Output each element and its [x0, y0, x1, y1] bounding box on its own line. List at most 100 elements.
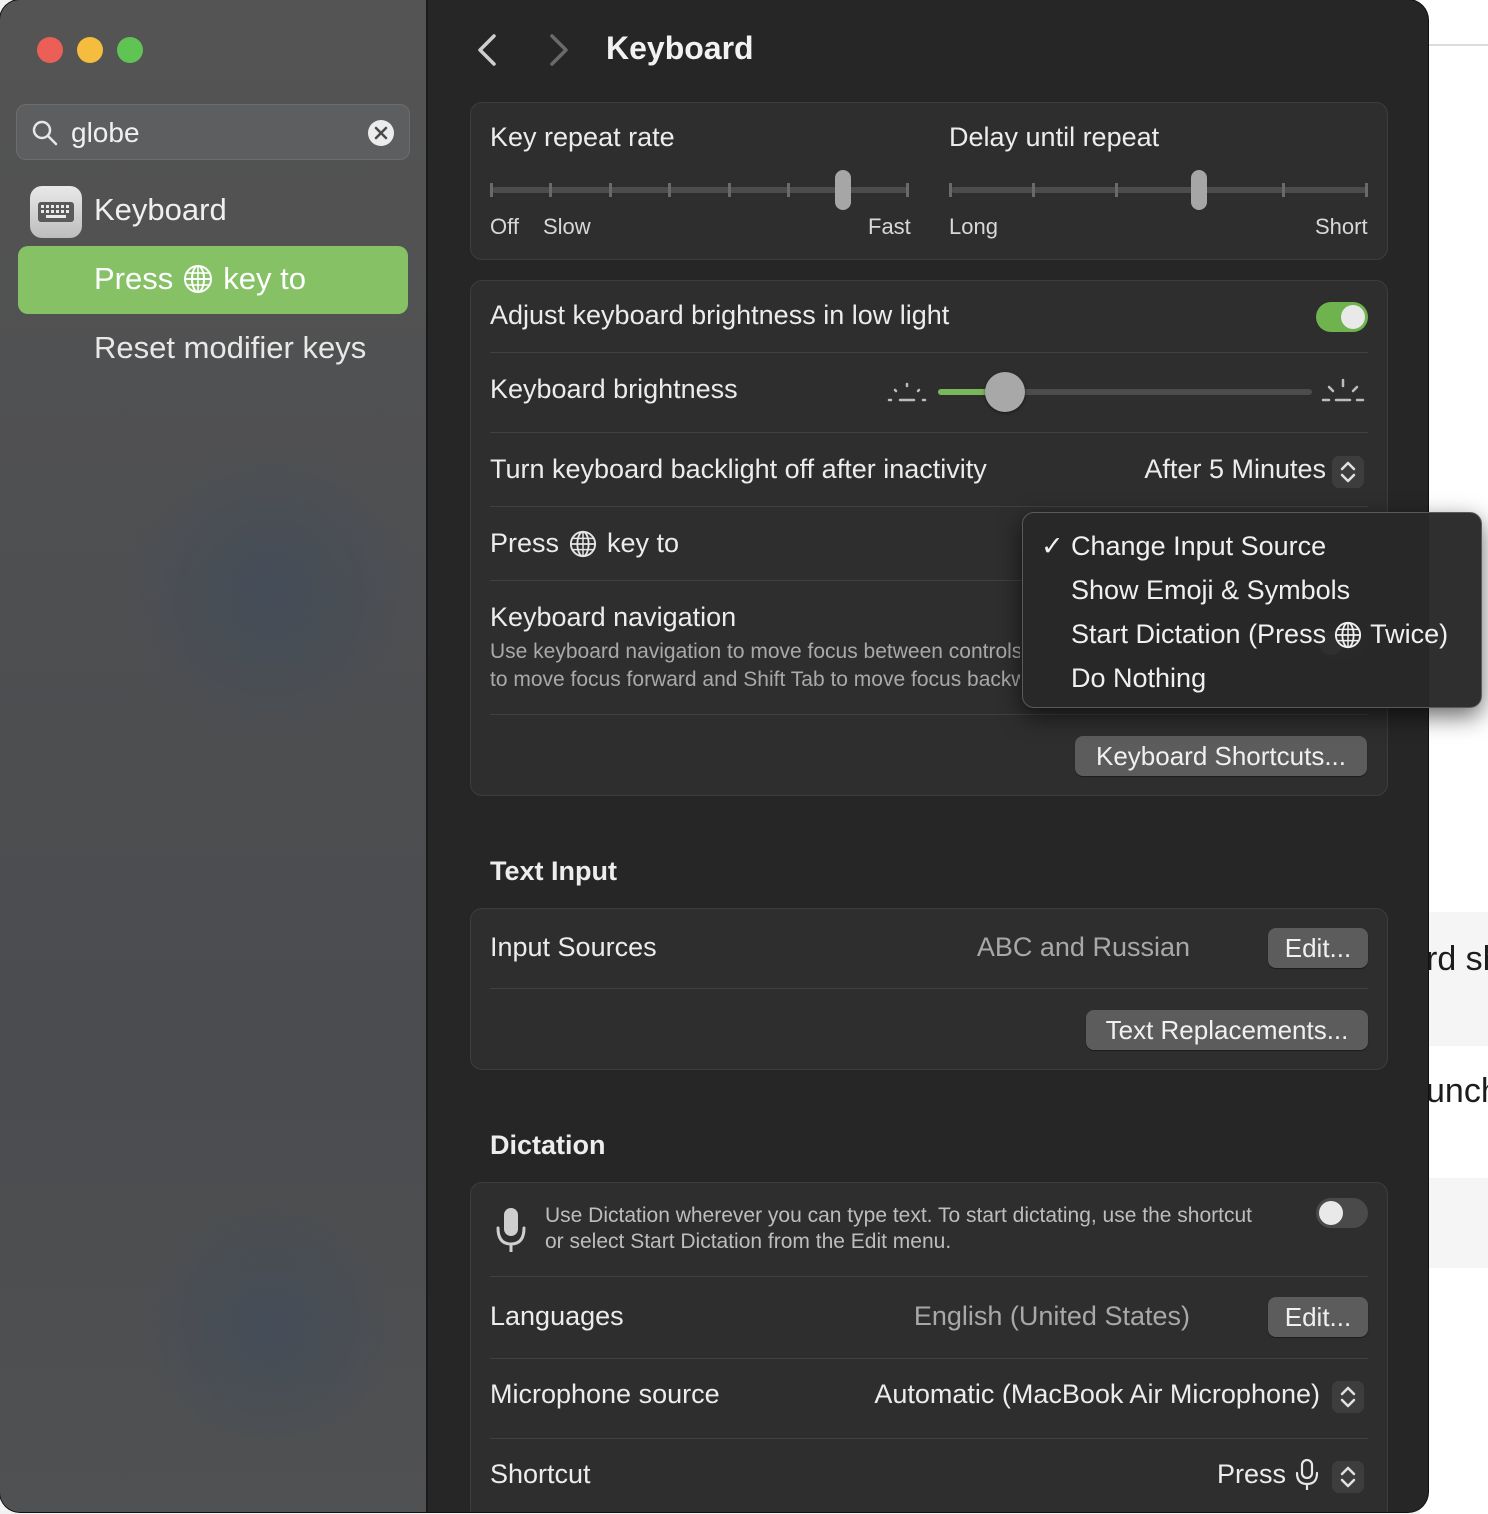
slider-tick: [1032, 183, 1036, 197]
sidebar-item-label: Press: [94, 261, 174, 296]
slider-min-label: Off: [490, 214, 519, 239]
background-window: rd sh unch: [1420, 0, 1488, 1514]
up-down-chevron-icon[interactable]: [1332, 1381, 1364, 1413]
globe-icon: [569, 530, 597, 557]
menu-item-show-emoji-symbols[interactable]: Show Emoji & Symbols: [1071, 575, 1350, 606]
menu-item-start-dictation[interactable]: Start Dictation (Press Twice): [1071, 619, 1448, 650]
globe-key-popup-menu: ✓ Change Input Source Show Emoji & Symbo…: [1022, 512, 1482, 708]
slider-tick: [608, 183, 612, 197]
row-divider: [490, 988, 1368, 989]
sidebar-item-label: key to: [223, 261, 306, 296]
globe-icon: [184, 265, 213, 293]
menu-item-do-nothing[interactable]: Do Nothing: [1071, 663, 1206, 694]
slider-tick: [549, 183, 553, 197]
microphone-icon: [1295, 1458, 1319, 1490]
press-globe-key-label: Press: [490, 528, 560, 558]
up-down-chevron-icon[interactable]: [1332, 456, 1364, 488]
sidebar-wallpaper-blur: [140, 1200, 400, 1460]
row-divider: [490, 506, 1368, 507]
backlight-off-value[interactable]: After 5 Minutes: [1144, 454, 1326, 485]
delay-until-repeat-slider[interactable]: [951, 187, 1367, 193]
slider-tick: [1281, 183, 1285, 197]
delay-until-repeat-label: Delay until repeat: [949, 122, 1160, 152]
key-repeat-rate-label: Key repeat rate: [490, 122, 675, 152]
background-band: [1420, 912, 1488, 1046]
brightness-high-icon: [1321, 378, 1365, 402]
adjust-brightness-label: Adjust keyboard brightness in low light: [490, 300, 950, 330]
up-down-chevron-icon[interactable]: [1332, 1461, 1364, 1493]
slider-max-label: Fast: [868, 214, 911, 239]
input-sources-value: ABC and Russian: [976, 932, 1190, 962]
microphone-source-label: Microphone source: [490, 1379, 720, 1409]
slider-min-label: Long: [949, 214, 998, 239]
input-sources-edit-button[interactable]: Edit...: [1268, 928, 1368, 968]
back-chevron-icon[interactable]: [470, 30, 506, 70]
shortcut-value[interactable]: Press: [1217, 1459, 1286, 1490]
backlight-off-label: Turn keyboard backlight off after inacti…: [490, 454, 987, 484]
slider-tick: [949, 183, 952, 197]
keyboard-navigation-description: Use keyboard navigation to move focus be…: [490, 640, 1020, 663]
key-repeat-rate-knob[interactable]: [835, 170, 851, 210]
languages-label: Languages: [490, 1301, 624, 1331]
delay-until-repeat-knob[interactable]: [1191, 170, 1207, 210]
page-title: Keyboard: [606, 30, 754, 66]
slider-tick: [1365, 183, 1368, 197]
microphone-source-value[interactable]: Automatic (MacBook Air Microphone): [874, 1379, 1320, 1410]
search-input[interactable]: [71, 113, 361, 153]
microphone-icon: [496, 1208, 526, 1252]
background-text-fragment: rd sh: [1426, 940, 1488, 978]
dictation-toggle[interactable]: [1316, 1198, 1368, 1228]
slider-tick: [490, 183, 493, 197]
slider-max-label: Short: [1315, 214, 1368, 239]
slider-tick: [787, 183, 791, 197]
checkmark-icon: ✓: [1041, 531, 1064, 561]
keyboard-icon: [30, 186, 82, 238]
slider-tick: [906, 183, 909, 197]
background-band: [1420, 1178, 1488, 1268]
sidebar-wallpaper-blur: [120, 440, 420, 740]
row-divider: [490, 714, 1368, 715]
brightness-low-icon: [887, 382, 927, 402]
row-divider: [490, 352, 1368, 353]
sidebar-section-keyboard[interactable]: Keyboard: [94, 192, 227, 228]
menu-item-change-input-source[interactable]: Change Input Source: [1071, 531, 1326, 562]
keyboard-navigation-label: Keyboard navigation: [490, 602, 737, 632]
text-replacements-button[interactable]: Text Replacements...: [1086, 1010, 1368, 1050]
keyboard-shortcuts-button[interactable]: Keyboard Shortcuts...: [1075, 736, 1367, 776]
input-sources-label: Input Sources: [490, 932, 657, 962]
close-window-button[interactable]: [37, 37, 63, 63]
row-divider: [490, 432, 1368, 433]
globe-icon: [1335, 621, 1362, 648]
menu-item-label: Start Dictation (Press: [1071, 619, 1327, 649]
forward-chevron-icon[interactable]: [540, 30, 576, 70]
languages-value: English (United States): [913, 1301, 1190, 1331]
settings-window: Keyboard Press key to Reset modifier key…: [0, 0, 1428, 1512]
row-divider: [490, 1438, 1368, 1439]
row-divider: [490, 1358, 1368, 1359]
menu-item-label: Twice): [1370, 619, 1449, 649]
dictation-description: or select Start Dictation from the Edit …: [545, 1230, 952, 1253]
slider-tick: [727, 183, 731, 197]
sidebar-item-press-globe-key[interactable]: Press key to: [18, 246, 408, 314]
dictation-description: Use Dictation wherever you can type text…: [545, 1204, 1252, 1227]
shortcut-label: Shortcut: [490, 1459, 591, 1489]
sidebar: Keyboard Press key to Reset modifier key…: [0, 0, 428, 1512]
slider-tick: [668, 183, 672, 197]
row-divider: [490, 1276, 1368, 1277]
languages-edit-button[interactable]: Edit...: [1268, 1297, 1368, 1337]
clear-search-icon[interactable]: [367, 119, 395, 147]
zoom-window-button[interactable]: [117, 37, 143, 63]
slider-min-label: Slow: [543, 214, 591, 239]
background-divider: [1420, 44, 1488, 46]
press-globe-key-row: Press key to: [490, 528, 679, 559]
search-field: [16, 104, 410, 160]
keyboard-navigation-description: to move focus forward and Shift Tab to m…: [490, 668, 1020, 691]
press-globe-key-label: key to: [607, 528, 680, 558]
search-icon: [32, 120, 58, 146]
dictation-section-title: Dictation: [490, 1130, 606, 1160]
sidebar-item-reset-modifier-keys[interactable]: Reset modifier keys: [94, 330, 366, 366]
text-input-section-title: Text Input: [490, 856, 617, 886]
minimize-window-button[interactable]: [77, 37, 103, 63]
adjust-brightness-toggle[interactable]: [1316, 302, 1368, 332]
background-text-fragment: unch: [1426, 1072, 1488, 1110]
